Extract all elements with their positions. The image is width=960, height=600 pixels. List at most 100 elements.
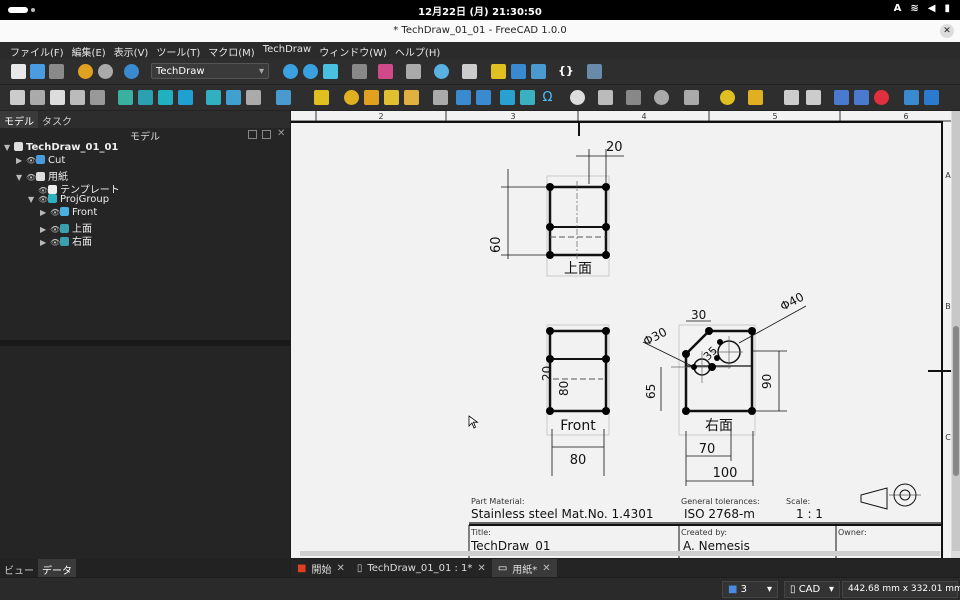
tab-model[interactable]: モデル	[0, 111, 38, 128]
menu-help[interactable]: ヘルプ(H)	[391, 42, 444, 59]
active-view-icon[interactable]	[158, 90, 173, 105]
broken-view-icon[interactable]	[138, 90, 153, 105]
image-icon[interactable]	[924, 90, 939, 105]
menu-file[interactable]: ファイル(F)	[6, 42, 68, 59]
refresh-icon[interactable]	[124, 64, 139, 79]
link-actions-icon[interactable]	[531, 64, 546, 79]
arch-view-icon[interactable]	[854, 90, 869, 105]
drawing-sheet[interactable]: 2 3 4 5 6 A B C 20 60 上面 80 20 Front 80 …	[291, 111, 960, 558]
insert-view-icon[interactable]	[118, 90, 133, 105]
new-document-icon[interactable]	[11, 64, 26, 79]
draft-view-icon[interactable]	[226, 90, 241, 105]
group-icon[interactable]	[511, 64, 526, 79]
close-tab-icon[interactable]: ✕	[542, 563, 550, 574]
tolerance-value[interactable]: ISO 2768-m	[684, 507, 755, 521]
view-menu-icon[interactable]	[378, 64, 393, 79]
tab-view[interactable]: ビュー	[0, 559, 38, 577]
dimension-readout[interactable]: 442.68 mm x 332.01 mm	[842, 581, 960, 598]
close-window-button[interactable]: ✕	[940, 24, 954, 38]
redraw-page-icon[interactable]	[50, 90, 65, 105]
cosmetic-vertex-icon[interactable]	[500, 90, 515, 105]
centerline-icon[interactable]	[520, 90, 535, 105]
vertex-icon[interactable]	[654, 90, 669, 105]
menu-tools[interactable]: ツール(T)	[152, 42, 204, 59]
balloon-icon[interactable]	[433, 90, 448, 105]
scale-value[interactable]: 1 : 1	[796, 507, 823, 521]
menu-techdraw[interactable]: TechDraw	[259, 42, 316, 59]
view-isometric-icon[interactable]	[323, 64, 338, 79]
macro-icon[interactable]: {}	[558, 64, 574, 79]
dim-front-inner[interactable]: 20	[540, 366, 554, 381]
tab-start[interactable]: ■ 開始 ✕	[291, 561, 351, 576]
export-svg-icon[interactable]	[784, 90, 799, 105]
annotation-icon[interactable]	[904, 90, 919, 105]
horizontal-scrollbar[interactable]	[300, 551, 940, 556]
tree-item-document[interactable]: ▼ TechDraw_01_01	[4, 142, 118, 153]
insert-page-template-icon[interactable]	[30, 90, 45, 105]
printer-icon[interactable]	[90, 90, 105, 105]
open-document-icon[interactable]	[30, 64, 45, 79]
tree-item-projgroup[interactable]: ▼ 👁 ProjGroup	[28, 194, 109, 205]
part-icon[interactable]	[491, 64, 506, 79]
weld-symbol-icon[interactable]	[720, 90, 735, 105]
repair-dimension-icon[interactable]	[404, 90, 419, 105]
close-tab-icon[interactable]: ✕	[477, 563, 485, 574]
cosmetic-edge-icon[interactable]	[626, 90, 641, 105]
measure-icon[interactable]	[434, 64, 449, 79]
symbol-icon[interactable]: Ω	[540, 90, 555, 105]
clock[interactable]: 12月22日 (月) 21:30:50	[0, 3, 960, 18]
print-all-icon[interactable]	[70, 90, 85, 105]
tab-data[interactable]: データ	[38, 559, 76, 577]
richtext-annotation-icon[interactable]	[476, 90, 491, 105]
tab-3d-view[interactable]: ▯ TechDraw_01_01 : 1* ✕	[351, 563, 492, 574]
dock-panel-icon[interactable]	[262, 130, 271, 139]
tree-item-right[interactable]: ▶ 👁 右面	[40, 233, 92, 248]
tree-item-front[interactable]: ▶ 👁 Front	[40, 207, 97, 218]
undo-icon[interactable]	[78, 64, 93, 79]
line-decoration-icon[interactable]	[684, 90, 699, 105]
system-tray[interactable]: A ≋ ◀ ▮	[894, 3, 950, 14]
std-link-icon[interactable]	[462, 64, 477, 79]
redo-icon[interactable]	[98, 64, 113, 79]
draw-style-icon[interactable]	[352, 64, 367, 79]
dim-right-100[interactable]: 100	[713, 466, 738, 481]
dim-top-width[interactable]: 20	[606, 140, 623, 155]
scrollbar-thumb[interactable]	[953, 326, 959, 476]
dim-right-65[interactable]: 65	[644, 384, 658, 399]
box-view-icon[interactable]	[406, 64, 421, 79]
section-view-icon[interactable]	[178, 90, 193, 105]
material-value[interactable]: Stainless steel Mat.No. 1.4301	[471, 507, 653, 521]
dim-right-30[interactable]: 30	[691, 308, 706, 322]
tab-page[interactable]: ▭ 用紙* ✕	[491, 559, 557, 577]
dim-right-70[interactable]: 70	[699, 442, 716, 457]
dim-front-height[interactable]: 80	[557, 381, 571, 396]
leader-line-icon[interactable]	[456, 90, 471, 105]
detail-view-icon[interactable]	[206, 90, 221, 105]
float-panel-icon[interactable]	[248, 130, 257, 139]
page-selector[interactable]: ■ 3 ▾	[722, 581, 778, 598]
radius-dimension-icon[interactable]	[344, 90, 359, 105]
spreadsheet-view-icon[interactable]	[834, 90, 849, 105]
export-dxf-icon[interactable]	[806, 90, 821, 105]
fit-selection-icon[interactable]	[303, 64, 318, 79]
menu-edit[interactable]: 編集(E)	[68, 42, 110, 59]
input-method-indicator[interactable]: A	[894, 3, 902, 14]
hatch-icon[interactable]	[276, 90, 291, 105]
clip-group-icon[interactable]	[246, 90, 261, 105]
tree-item-cut[interactable]: ▶ 👁 Cut	[16, 155, 65, 166]
dimension-icon[interactable]	[314, 90, 329, 105]
angle-dimension-icon[interactable]	[364, 90, 379, 105]
vertical-scrollbar[interactable]	[952, 111, 960, 551]
drawing-canvas[interactable]: 2 3 4 5 6 A B C 20 60 上面 80 20 Front 80 …	[291, 111, 960, 558]
workbench-selector[interactable]: TechDraw ▾	[151, 63, 269, 79]
menu-view[interactable]: 表示(V)	[110, 42, 153, 59]
menu-window[interactable]: ウィンドウ(W)	[315, 42, 391, 59]
navigation-style-selector[interactable]: ▯ CAD ▾	[784, 581, 840, 598]
toggle-frame-icon[interactable]	[874, 90, 889, 105]
insert-default-page-icon[interactable]	[10, 90, 25, 105]
panel-splitter[interactable]	[0, 340, 290, 346]
fit-all-icon[interactable]	[283, 64, 298, 79]
menu-macro[interactable]: マクロ(M)	[204, 42, 258, 59]
thread-icon[interactable]	[598, 90, 613, 105]
whats-this-icon[interactable]	[587, 64, 602, 79]
